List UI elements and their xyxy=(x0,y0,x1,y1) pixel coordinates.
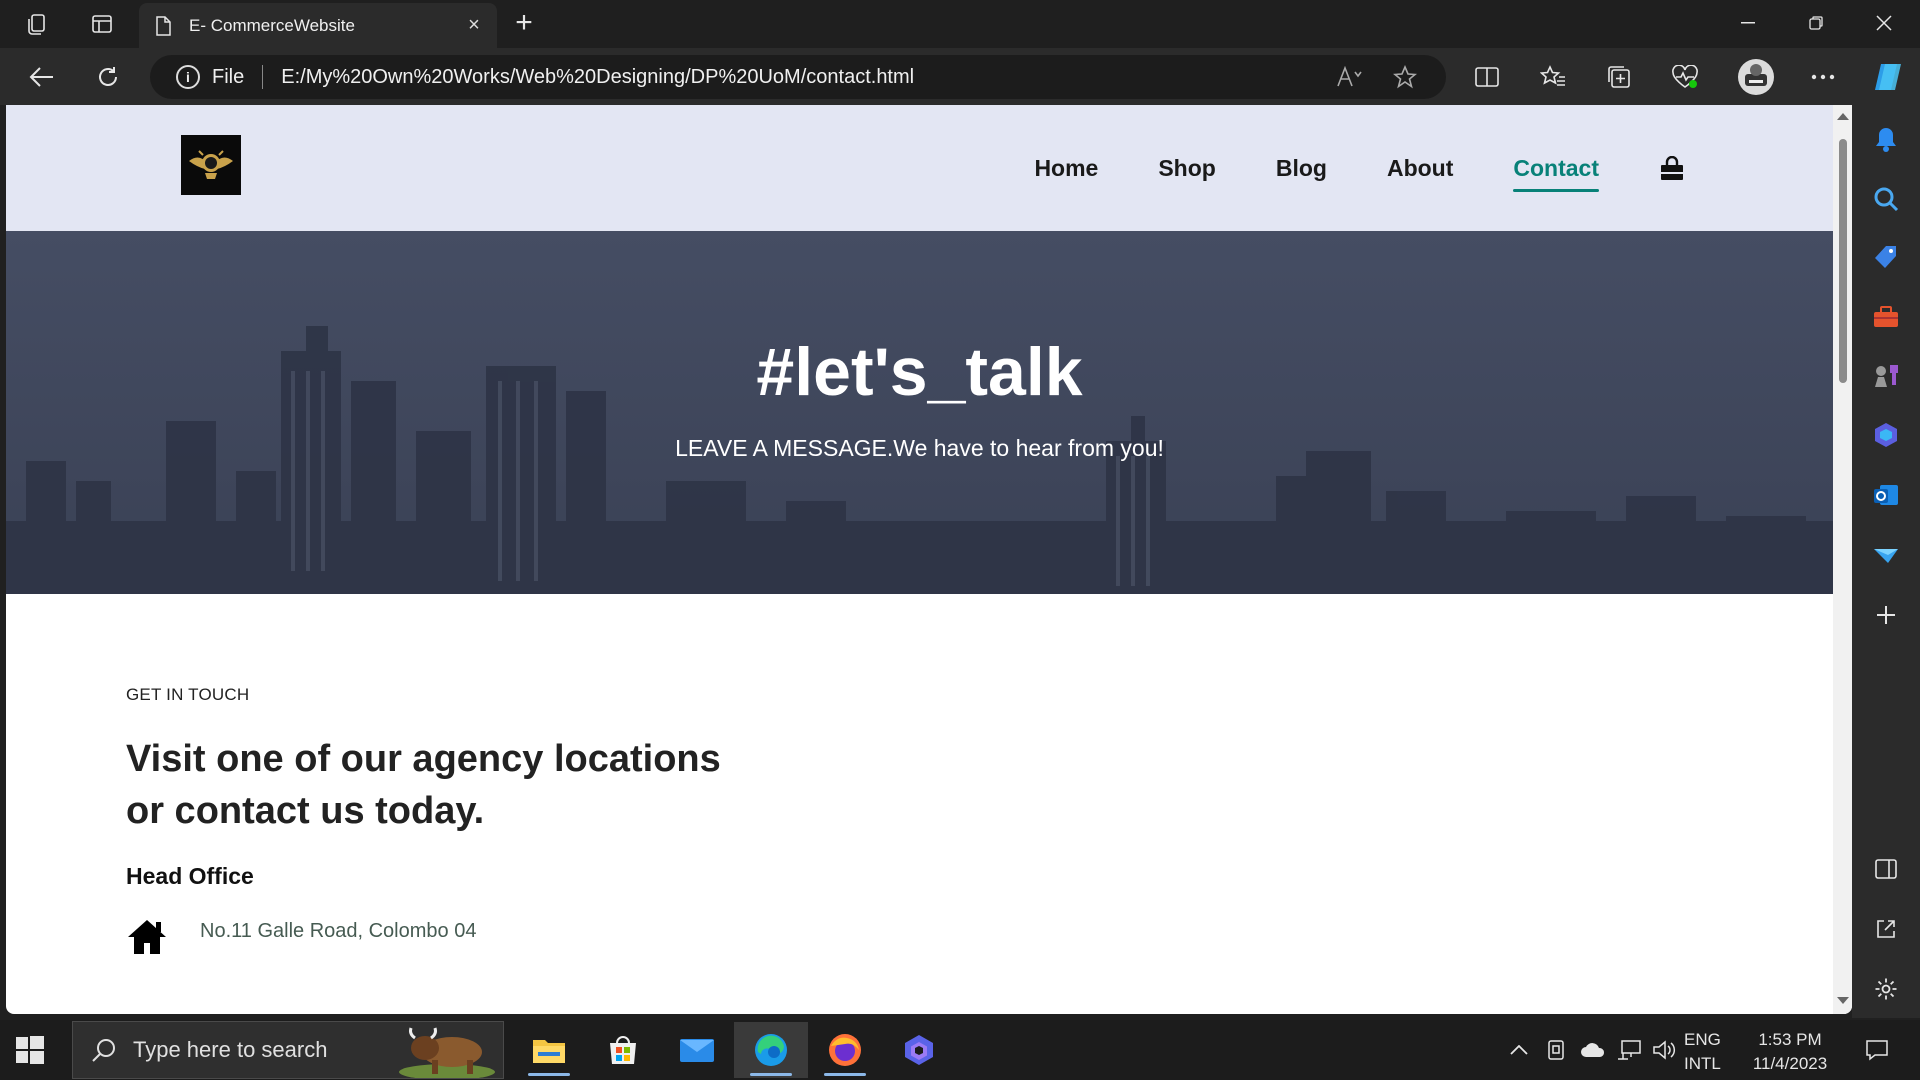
clock-time: 1:53 PM xyxy=(1758,1030,1822,1049)
site-info-icon[interactable]: i xyxy=(176,65,200,89)
search-magnifier-icon xyxy=(92,1039,115,1062)
restore-button[interactable] xyxy=(1782,0,1850,46)
onedrive-cloud-icon[interactable] xyxy=(1576,1020,1610,1080)
scroll-down-arrow-icon[interactable] xyxy=(1837,997,1849,1004)
browser-tab-bar: E- CommerceWebsite × + xyxy=(0,0,1920,48)
contact-details: GET IN TOUCH Visit one of our agency loc… xyxy=(126,685,826,956)
tab-title: E- CommerceWebsite xyxy=(189,15,355,35)
microsoft-365-icon[interactable] xyxy=(1870,419,1902,451)
nav-blog[interactable]: Blog xyxy=(1276,155,1327,182)
minimize-button[interactable] xyxy=(1714,0,1782,46)
address-bar[interactable]: i File E:/My%20Own%20Works/Web%20Designi… xyxy=(150,55,1446,99)
browser-essentials-icon[interactable] xyxy=(1668,60,1702,94)
site-logo[interactable] xyxy=(181,135,241,195)
edge-sidebar xyxy=(1852,105,1920,1018)
notifications-bell-icon[interactable] xyxy=(1870,123,1902,155)
show-hidden-icons-chevron-icon[interactable] xyxy=(1504,1020,1534,1080)
hero-banner: #let's_talk LEAVE A MESSAGE.We have to h… xyxy=(6,231,1833,594)
browser-toolbar: i File E:/My%20Own%20Works/Web%20Designi… xyxy=(0,48,1920,105)
copilot-icon[interactable] xyxy=(1868,60,1908,94)
home-icon xyxy=(128,920,166,954)
volume-speaker-icon[interactable] xyxy=(1648,1020,1680,1080)
url-scheme: File xyxy=(212,65,245,88)
url-text[interactable]: E:/My%20Own%20Works/Web%20Designing/DP%2… xyxy=(281,66,1334,89)
search-icon[interactable] xyxy=(1870,183,1902,215)
hero-title: #let's_talk xyxy=(756,334,1083,410)
copilot-app-icon[interactable] xyxy=(882,1022,956,1078)
contact-heading: Visit one of our agency locations or con… xyxy=(126,733,826,837)
workspaces-icon[interactable] xyxy=(24,10,52,38)
nav-about[interactable]: About xyxy=(1387,155,1453,182)
read-aloud-icon[interactable] xyxy=(1334,62,1364,92)
split-screen-icon[interactable] xyxy=(1470,60,1504,94)
windows-taskbar: Type here to search ENG INTL 1:53 PM 11/… xyxy=(0,1020,1920,1080)
collections-icon[interactable] xyxy=(1602,60,1636,94)
input-language-indicator[interactable]: ENG INTL xyxy=(1684,1028,1721,1076)
browser-tab-active[interactable]: E- CommerceWebsite × xyxy=(139,3,497,48)
network-icon[interactable] xyxy=(1612,1020,1646,1080)
open-external-icon[interactable] xyxy=(1870,913,1902,945)
tools-briefcase-icon[interactable] xyxy=(1870,301,1902,333)
nav-shop[interactable]: Shop xyxy=(1158,155,1216,182)
edge-browser-icon[interactable] xyxy=(734,1022,808,1078)
head-office-title: Head Office xyxy=(126,863,254,889)
hide-sidebar-icon[interactable] xyxy=(1870,853,1902,885)
lang-top: ENG xyxy=(1684,1030,1721,1049)
get-in-touch-label: GET IN TOUCH xyxy=(126,685,250,704)
refresh-icon[interactable] xyxy=(90,60,126,94)
scroll-up-arrow-icon[interactable] xyxy=(1837,113,1849,120)
profile-avatar[interactable] xyxy=(1736,59,1776,95)
site-header: Home Shop Blog About Contact xyxy=(6,105,1833,231)
favorite-star-icon[interactable] xyxy=(1390,62,1420,92)
sidebar-settings-gear-icon[interactable] xyxy=(1870,973,1902,1005)
shopping-tag-icon[interactable] xyxy=(1870,241,1902,273)
lang-bottom: INTL xyxy=(1684,1054,1721,1073)
close-window-button[interactable] xyxy=(1850,0,1918,46)
scroll-thumb[interactable] xyxy=(1839,139,1847,383)
firefox-icon[interactable] xyxy=(808,1022,882,1078)
nav-contact[interactable]: Contact xyxy=(1513,155,1599,192)
file-explorer-icon[interactable] xyxy=(512,1022,586,1078)
webpage-viewport: Home Shop Blog About Contact #let's_talk… xyxy=(6,105,1852,1014)
address-row: No.11 Galle Road, Colombo 04 xyxy=(126,918,826,956)
windows-start-icon[interactable] xyxy=(14,1034,46,1066)
url-separator xyxy=(262,65,264,89)
shopping-bag-icon[interactable] xyxy=(1659,155,1685,182)
new-tab-button[interactable]: + xyxy=(508,8,540,40)
microsoft-store-icon[interactable] xyxy=(586,1022,660,1078)
notification-center-icon[interactable] xyxy=(1852,1020,1902,1080)
system-clock[interactable]: 1:53 PM 11/4/2023 xyxy=(1740,1028,1840,1076)
clock-date: 11/4/2023 xyxy=(1752,1054,1828,1073)
hero-subtitle: LEAVE A MESSAGE.We have to hear from you… xyxy=(675,435,1164,461)
mail-icon[interactable] xyxy=(660,1022,734,1078)
city-skyline-image xyxy=(6,231,1833,594)
page-icon xyxy=(156,15,171,36)
vertical-tabs-icon[interactable] xyxy=(88,10,116,38)
nav-home[interactable]: Home xyxy=(1034,155,1098,182)
contact-heading-line1: Visit one of our agency locations xyxy=(126,738,721,780)
games-chess-icon[interactable] xyxy=(1870,359,1902,391)
address-text: No.11 Galle Road, Colombo 04 xyxy=(200,920,477,942)
tab-close-button[interactable]: × xyxy=(459,11,489,41)
device-meet-icon[interactable] xyxy=(1540,1020,1572,1080)
back-arrow-icon[interactable] xyxy=(24,60,60,94)
contact-heading-line2: or contact us today. xyxy=(126,790,485,832)
bison-search-highlight-icon xyxy=(399,1027,495,1078)
main-nav: Home Shop Blog About Contact xyxy=(974,155,1685,192)
favorites-icon[interactable] xyxy=(1536,60,1570,94)
add-sidebar-app-icon[interactable] xyxy=(1870,599,1902,631)
eagle-badge-icon xyxy=(189,150,233,179)
send-drop-icon[interactable] xyxy=(1870,539,1902,571)
outlook-icon[interactable] xyxy=(1870,479,1902,511)
taskbar-search-box[interactable]: Type here to search xyxy=(72,1021,504,1079)
page-scrollbar[interactable] xyxy=(1833,105,1852,1014)
settings-more-icon[interactable] xyxy=(1806,60,1840,94)
search-placeholder: Type here to search xyxy=(133,1037,328,1062)
